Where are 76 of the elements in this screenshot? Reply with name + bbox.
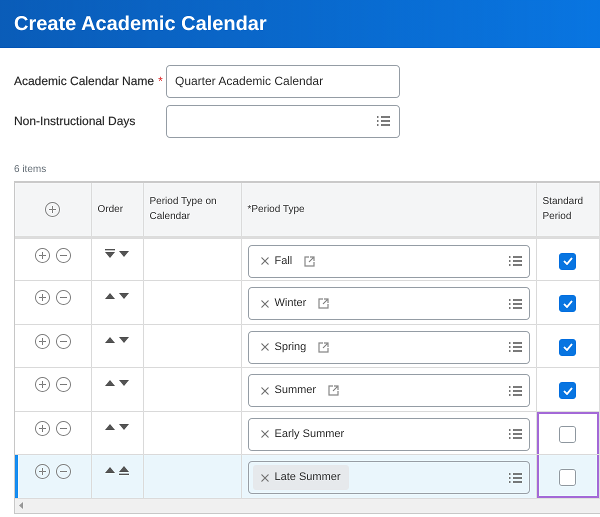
move-down-icon[interactable] xyxy=(119,422,129,432)
add-icon[interactable] xyxy=(34,463,51,480)
add-icon[interactable] xyxy=(34,376,51,393)
checkbox[interactable] xyxy=(559,469,576,486)
remove-icon[interactable] xyxy=(260,300,268,308)
period-type-tag[interactable]: Summer xyxy=(252,378,324,403)
item-count: 6 items xyxy=(13,163,48,177)
move-to-bottom-icon[interactable] xyxy=(105,248,115,258)
remove-icon[interactable] xyxy=(54,289,72,306)
period-type-tag[interactable]: Winter xyxy=(252,291,314,316)
move-down-icon[interactable] xyxy=(119,291,129,301)
list-icon[interactable] xyxy=(508,341,522,353)
checkbox[interactable] xyxy=(559,426,576,442)
field-label: Non-Instructional Days xyxy=(14,113,136,130)
column-header: *Period Type xyxy=(248,204,305,215)
move-down-icon[interactable] xyxy=(119,378,129,388)
checkbox[interactable] xyxy=(559,338,576,356)
list-icon[interactable] xyxy=(508,255,522,267)
list-icon[interactable] xyxy=(508,384,522,396)
move-down-icon[interactable] xyxy=(119,334,129,344)
check-icon xyxy=(562,300,572,308)
add-icon[interactable] xyxy=(34,289,51,306)
external-link-icon[interactable] xyxy=(328,385,340,396)
list-icon[interactable] xyxy=(508,428,522,440)
move-up-icon[interactable] xyxy=(105,422,115,432)
external-link-icon[interactable] xyxy=(318,298,330,309)
remove-icon[interactable] xyxy=(54,463,72,480)
remove-icon[interactable] xyxy=(260,474,268,482)
check-icon xyxy=(562,257,572,265)
external-link-icon[interactable] xyxy=(318,342,330,352)
remove-icon[interactable] xyxy=(260,343,268,351)
prompt-field[interactable]: Fall xyxy=(248,244,530,278)
remove-icon[interactable] xyxy=(54,420,72,436)
remove-icon[interactable] xyxy=(260,430,268,438)
remove-icon[interactable] xyxy=(54,246,72,264)
prompt-field[interactable] xyxy=(166,104,400,138)
period-type-tag[interactable]: Early Summer xyxy=(252,422,352,446)
checkbox[interactable] xyxy=(559,252,576,270)
add-icon[interactable] xyxy=(34,246,51,264)
add-icon[interactable] xyxy=(34,332,51,350)
prompt-field[interactable]: Spring xyxy=(248,330,530,364)
prompt-field[interactable]: Early Summer xyxy=(248,418,530,450)
add-icon[interactable] xyxy=(44,200,62,218)
remove-icon[interactable] xyxy=(260,386,268,394)
check-icon xyxy=(562,343,572,351)
remove-icon[interactable] xyxy=(54,376,72,393)
checkbox[interactable] xyxy=(559,295,576,312)
column-header: Standard Period xyxy=(542,196,584,222)
prompt-field[interactable]: Late Summer xyxy=(248,461,530,494)
list-icon[interactable] xyxy=(376,115,391,127)
move-up-icon[interactable] xyxy=(105,334,115,344)
field-label: Academic Calendar Name xyxy=(14,73,154,90)
input-field[interactable]: Quarter Academic Calendar xyxy=(166,64,400,98)
page-title: Create Academic Calendar xyxy=(14,12,267,36)
required-mark: * xyxy=(158,73,163,90)
remove-icon[interactable] xyxy=(260,257,268,265)
scroll-left-icon[interactable] xyxy=(19,502,24,509)
move-down-icon[interactable] xyxy=(119,248,129,258)
move-up-icon[interactable] xyxy=(105,465,115,475)
move-up-icon[interactable] xyxy=(105,378,115,388)
column-header: Period Type on Calendar xyxy=(150,196,217,222)
list-icon[interactable] xyxy=(508,472,522,484)
move-to-top-icon[interactable] xyxy=(119,465,129,475)
move-up-icon[interactable] xyxy=(105,291,115,301)
period-type-tag[interactable]: Spring xyxy=(252,334,314,360)
external-link-icon[interactable] xyxy=(304,256,316,266)
checkbox[interactable] xyxy=(559,382,576,399)
prompt-field[interactable]: Summer xyxy=(248,374,530,407)
period-type-tag[interactable]: Fall xyxy=(252,248,300,274)
add-icon[interactable] xyxy=(34,420,51,436)
prompt-field[interactable]: Winter xyxy=(248,287,530,320)
check-icon xyxy=(562,386,572,394)
column-header: Order xyxy=(98,204,124,215)
period-type-tag[interactable]: Late Summer xyxy=(252,465,349,490)
list-icon[interactable] xyxy=(508,298,522,310)
remove-icon[interactable] xyxy=(54,332,72,350)
